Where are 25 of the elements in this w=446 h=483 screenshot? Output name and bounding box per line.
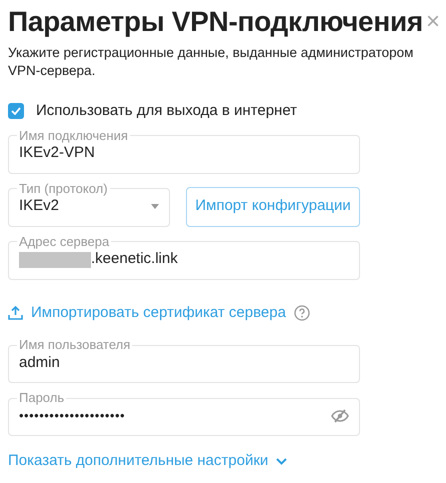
field-value: IKEv2-VPN: [19, 143, 95, 164]
password-field[interactable]: Пароль •••••••••••••••••••••: [8, 391, 360, 436]
username-field[interactable]: Имя пользователя admin: [8, 338, 360, 383]
field-label: Имя пользователя: [18, 338, 132, 352]
upload-icon: [8, 305, 23, 320]
field-value: IKEv2: [19, 196, 60, 216]
field-value: admin: [19, 352, 60, 373]
chevron-icon: [276, 458, 288, 465]
checkbox-label: Использовать для выхода в интернет: [36, 101, 298, 121]
protocol-select[interactable]: Тип (протокол) IKEv2: [8, 182, 170, 226]
connection-name-field[interactable]: Имя подключения IKEv2-VPN: [8, 128, 360, 174]
field-value: .keenetic.link: [91, 249, 178, 270]
dialog-description: Укажите регистрационные данные, выданные администратором VPN-сервера.: [8, 44, 414, 80]
field-value: •••••••••••••••••••••: [19, 407, 126, 426]
dropdown-caret-icon: [151, 204, 159, 209]
field-label: Адрес сервера: [18, 234, 110, 248]
checkmark-icon: [11, 107, 21, 116]
field-label: Имя подключения: [18, 128, 129, 142]
checkbox[interactable]: [8, 103, 24, 120]
eye-crossed-icon[interactable]: [331, 409, 349, 423]
server-address-field[interactable]: Адрес сервера .keenetic.link: [8, 234, 360, 280]
field-label: Тип (протокол): [18, 182, 109, 196]
help-icon[interactable]: [294, 304, 310, 321]
field-label: Пароль: [18, 391, 66, 405]
dialog-title: Параметры VPN-подключения: [8, 5, 423, 39]
